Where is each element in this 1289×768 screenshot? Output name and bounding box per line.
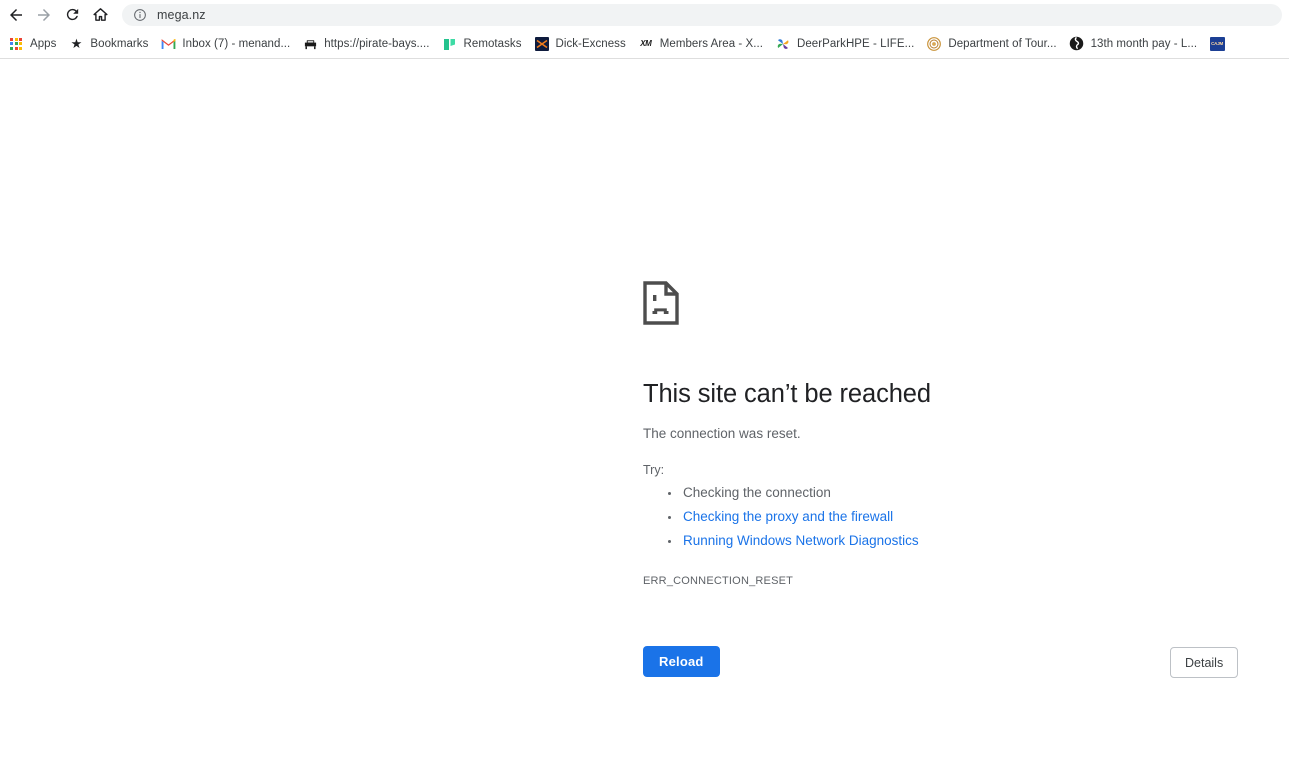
remotasks-icon: [442, 36, 458, 52]
bookmark-label: Members Area - X...: [659, 37, 763, 50]
suggestion-check-connection: Checking the connection: [681, 481, 919, 505]
bookmarks-bar: Apps ★ Bookmarks Inbox (7) - menand... h…: [0, 29, 1289, 58]
bookmark-label: 13th month pay - L...: [1090, 37, 1198, 50]
suggestion-run-network-diagnostics[interactable]: Running Windows Network Diagnostics: [681, 529, 919, 553]
bookmark-label: Dick-Excness: [555, 37, 626, 50]
bookmark-label: Remotasks: [463, 37, 522, 50]
browser-chrome: mega.nz Apps ★ Bookmarks Inbox (7) - men…: [0, 0, 1289, 59]
dot-seal-icon: [926, 36, 942, 52]
error-code: ERR_CONNECTION_RESET: [643, 575, 794, 587]
pinwheel-icon: [775, 36, 791, 52]
bookmark-label: Inbox (7) - menand...: [182, 37, 291, 50]
excness-icon: [534, 36, 550, 52]
bookmark-label: DeerParkHPE - LIFE...: [796, 37, 915, 50]
bookmark-deerparkhpe[interactable]: DeerParkHPE - LIFE...: [769, 33, 920, 55]
sad-page-icon: [643, 281, 679, 329]
bookmark-department-of-tourism[interactable]: Department of Tour...: [920, 33, 1062, 55]
details-button[interactable]: Details: [1170, 647, 1239, 678]
pirate-bay-icon: [302, 36, 318, 52]
error-try-label: Try:: [643, 463, 665, 477]
reload-nav-button[interactable]: [58, 1, 86, 29]
bookmark-bookmarks-folder[interactable]: ★ Bookmarks: [62, 33, 154, 55]
blue-badge-icon: CAJM: [1209, 36, 1225, 52]
bookmark-apps[interactable]: Apps: [2, 33, 62, 55]
bookmark-pirate-bay[interactable]: https://pirate-bays....: [296, 33, 435, 55]
home-button[interactable]: [86, 1, 114, 29]
browser-toolbar: mega.nz: [0, 0, 1289, 29]
back-arrow-icon: [10, 8, 22, 21]
bookmark-inbox[interactable]: Inbox (7) - menand...: [154, 33, 296, 55]
back-button[interactable]: [2, 1, 30, 29]
error-content: This site can’t be reached The connectio…: [643, 281, 1243, 587]
reload-button[interactable]: Reload: [643, 646, 720, 677]
home-icon: [92, 8, 108, 21]
info-circle-icon[interactable]: [132, 7, 147, 22]
forward-button[interactable]: [30, 1, 58, 29]
globe-icon: [1069, 36, 1085, 52]
address-bar[interactable]: mega.nz: [122, 3, 1282, 26]
address-bar-url: mega.nz: [157, 7, 206, 22]
forward-arrow-icon: [38, 8, 50, 21]
bookmark-label: Apps: [30, 37, 57, 50]
gmail-icon: [160, 36, 176, 52]
error-suggestion-list: Checking the connection Checking the pro…: [643, 481, 919, 553]
bookmark-blue-badge[interactable]: CAJM: [1203, 33, 1231, 55]
bookmark-13th-month-pay[interactable]: 13th month pay - L...: [1063, 33, 1204, 55]
bookmark-excness[interactable]: Dick-Excness: [528, 33, 632, 55]
error-heading: This site can’t be reached: [643, 380, 931, 408]
bookmark-label: Department of Tour...: [948, 37, 1057, 50]
star-icon: ★: [70, 36, 83, 51]
suggestion-check-proxy-firewall[interactable]: Checking the proxy and the firewall: [681, 505, 919, 529]
error-page: This site can’t be reached The connectio…: [0, 59, 1289, 764]
xm-icon: XM: [640, 39, 652, 48]
error-subheading: The connection was reset.: [643, 426, 801, 441]
reload-icon: [66, 8, 78, 21]
bookmark-remotasks[interactable]: Remotasks: [436, 33, 528, 55]
bookmark-label: Bookmarks: [90, 37, 149, 50]
bookmark-label: https://pirate-bays....: [324, 37, 430, 50]
bookmark-members-area[interactable]: XM Members Area - X...: [632, 33, 769, 55]
apps-grid-icon: [8, 36, 24, 52]
